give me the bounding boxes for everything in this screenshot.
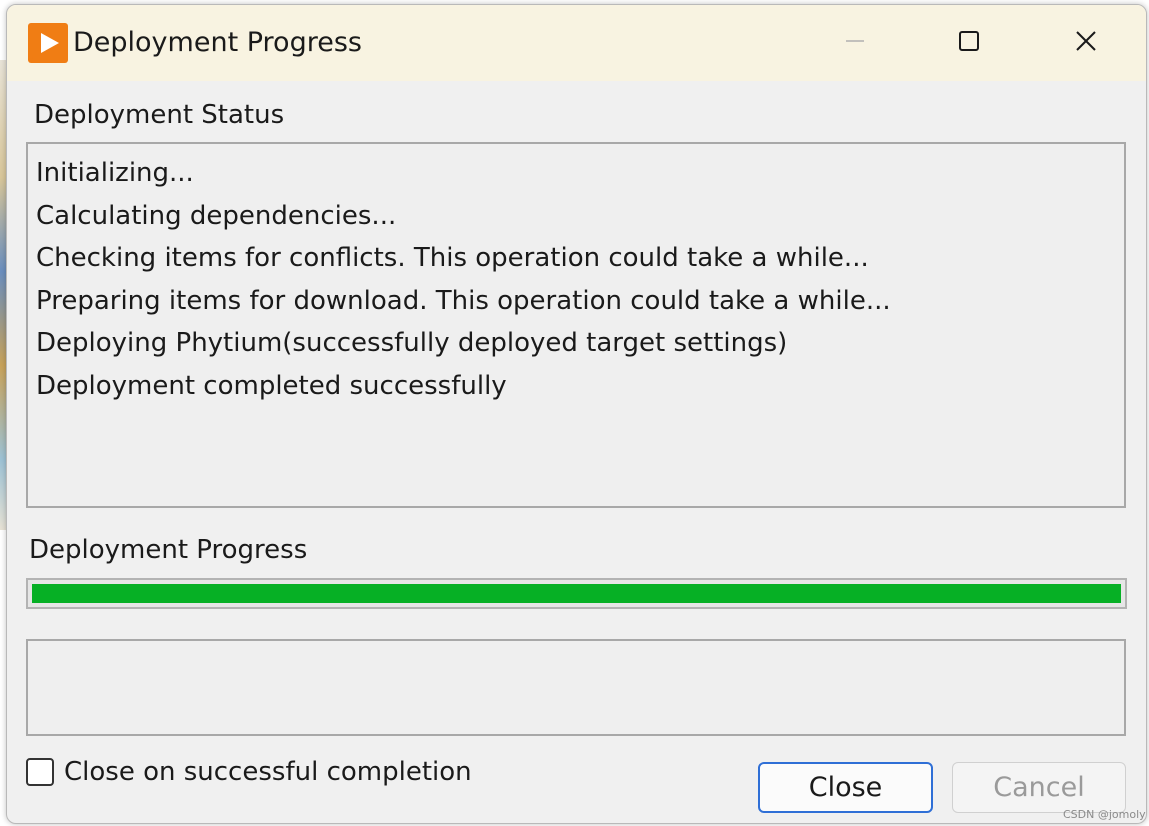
close-icon [1076,31,1096,51]
title-bar[interactable]: Deployment Progress [7,5,1146,81]
maximize-button[interactable] [944,19,994,63]
deployment-status-log[interactable]: Initializing... Calculating dependencies… [26,142,1126,508]
close-button[interactable]: Close [758,762,933,813]
close-window-button[interactable] [1061,19,1111,63]
minimize-button[interactable] [830,19,880,63]
deployment-status-label: Deployment Status [34,100,285,130]
status-line: Deploying Phytium(successfully deployed … [36,328,788,359]
deployment-progress-dialog: Deployment Progress Deployment Status In… [6,4,1147,824]
close-on-success-label: Close on successful completion [64,757,472,787]
deployment-message-box[interactable] [26,639,1126,736]
deployment-progress-bar [26,578,1127,609]
deployment-progress-label: Deployment Progress [29,535,308,565]
labview-run-arrow-icon [28,23,68,63]
status-line: Preparing items for download. This opera… [36,285,891,316]
cancel-button: Cancel [952,762,1126,813]
close-on-success-checkbox-row[interactable]: Close on successful completion [26,757,472,787]
progress-bar-fill [32,584,1121,603]
minimize-icon [846,40,864,42]
status-line: Deployment completed successfully [36,370,507,401]
close-on-success-checkbox[interactable] [26,758,54,786]
window-title: Deployment Progress [73,27,362,58]
maximize-icon [959,31,979,51]
status-line: Checking items for conflicts. This opera… [36,243,869,274]
status-line: Calculating dependencies... [36,200,397,231]
watermark-text: CSDN @jomoly [1063,808,1146,821]
status-line: Initializing... [36,158,194,188]
